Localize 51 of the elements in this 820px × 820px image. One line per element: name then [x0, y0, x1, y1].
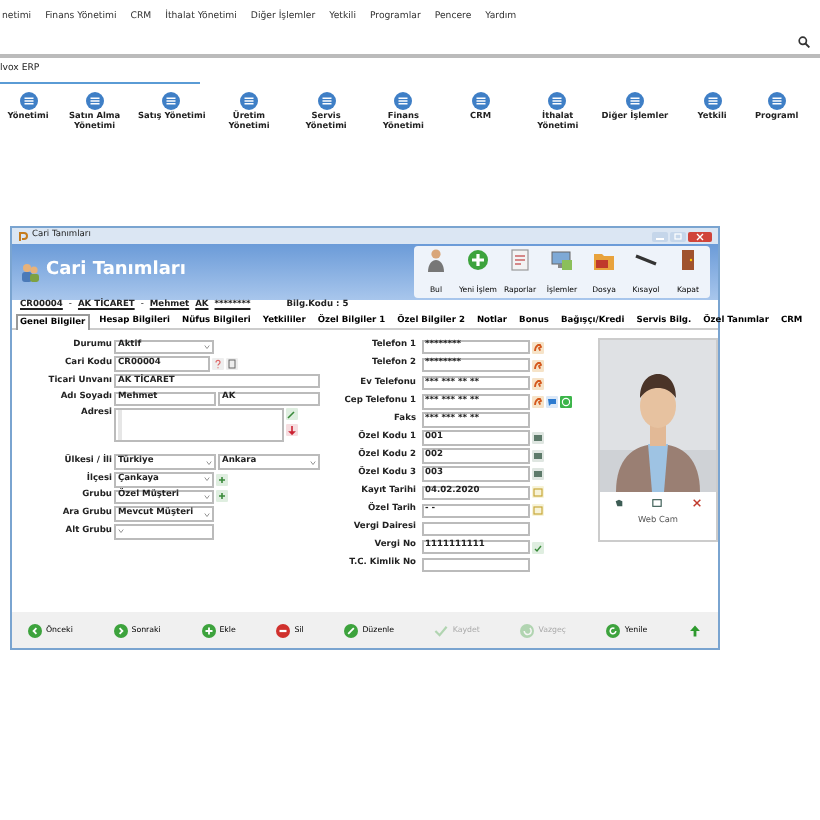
- list-icon[interactable]: [317, 92, 336, 110]
- chat-icon[interactable]: [545, 395, 557, 408]
- list-icon[interactable]: [703, 92, 722, 110]
- list-icon[interactable]: [162, 92, 181, 110]
- edit-icon[interactable]: [286, 407, 298, 420]
- phone-icon[interactable]: [531, 377, 543, 390]
- app-icon: [18, 231, 28, 241]
- refresh-icon: [606, 623, 621, 637]
- address-field[interactable]: [114, 407, 284, 442]
- left-arrow-icon: [28, 623, 42, 637]
- phone-icon[interactable]: [531, 395, 543, 408]
- computer-icon: [550, 248, 574, 272]
- close-button[interactable]: [688, 231, 712, 241]
- right-arrow-icon: [113, 623, 128, 637]
- search-icon[interactable]: [798, 36, 810, 48]
- camera-icon[interactable]: [652, 498, 663, 508]
- up-button[interactable]: [687, 623, 702, 637]
- list-icon[interactable]: [767, 92, 786, 110]
- pencil-icon: [344, 623, 359, 637]
- minus-icon: [276, 623, 291, 637]
- dropdown-field[interactable]: [114, 524, 214, 540]
- list-icon[interactable]: [19, 92, 37, 110]
- people-icon: [20, 262, 40, 282]
- check-icon[interactable]: [531, 541, 543, 554]
- help-icon[interactable]: [212, 358, 224, 371]
- list-icon[interactable]: [239, 92, 258, 110]
- header-title: Cari Tanımları: [46, 258, 186, 285]
- list-icon[interactable]: [471, 92, 490, 110]
- whatsapp-icon[interactable]: [559, 395, 571, 408]
- list-icon[interactable]: [625, 92, 644, 110]
- door-icon: [676, 248, 700, 272]
- phone-icon[interactable]: [531, 341, 543, 354]
- phone-icon[interactable]: [531, 359, 543, 372]
- scrollbar-drawing: [118, 409, 122, 440]
- person-icon: [424, 248, 448, 272]
- folder-icon: [592, 248, 616, 272]
- check-icon: [434, 623, 449, 637]
- map-pin-icon[interactable]: [286, 423, 298, 436]
- document-icon[interactable]: [226, 358, 238, 371]
- plus-icon: [201, 623, 216, 637]
- delete-icon[interactable]: [691, 498, 702, 508]
- plus-icon: [466, 248, 490, 272]
- input-field[interactable]: [421, 521, 529, 537]
- list-icon[interactable]: [548, 92, 567, 110]
- add-icon[interactable]: [216, 490, 228, 503]
- undo-icon: [520, 623, 535, 637]
- input-field[interactable]: [421, 557, 529, 573]
- list-icon[interactable]: [394, 92, 413, 110]
- list-icon[interactable]: [85, 92, 104, 110]
- add-icon[interactable]: [216, 473, 228, 486]
- up-arrow-icon: [687, 623, 702, 637]
